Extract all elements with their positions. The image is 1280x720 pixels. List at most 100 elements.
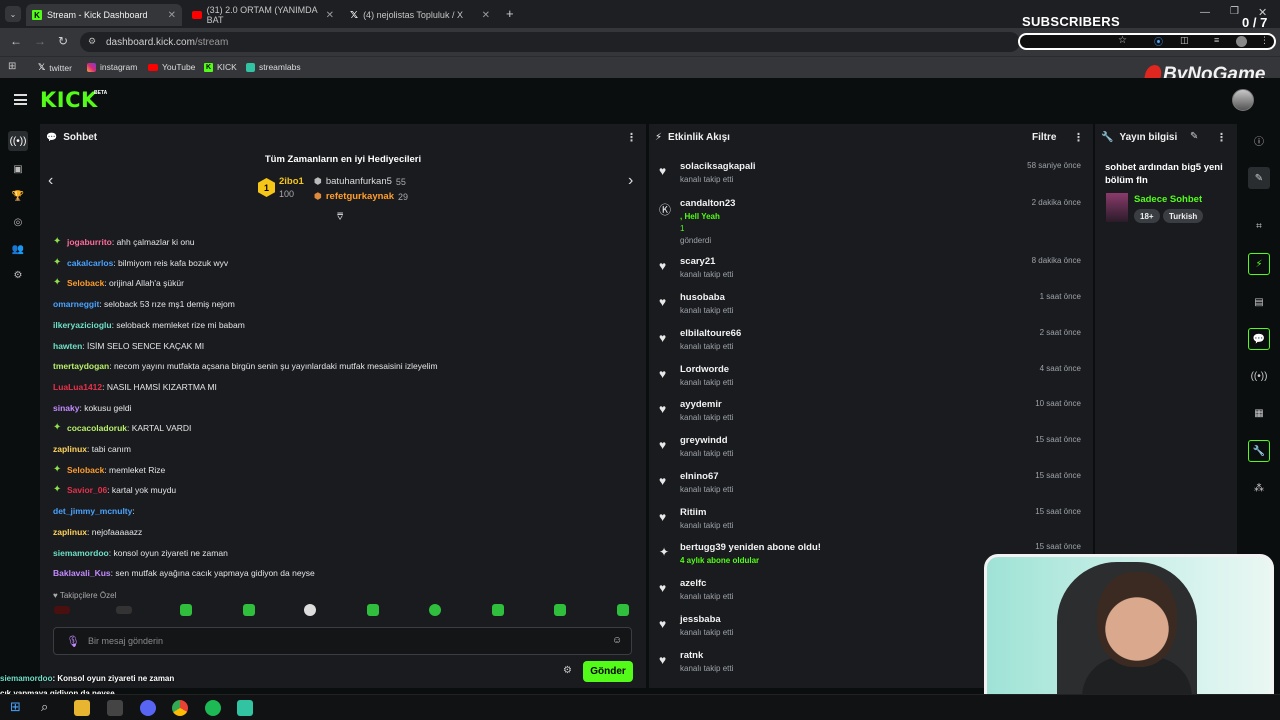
discord-icon[interactable]: [140, 700, 156, 716]
lightning-panel-icon[interactable]: ⚡: [1248, 253, 1270, 275]
bookmark-kick[interactable]: K KICK: [204, 62, 237, 72]
tab-youtube[interactable]: (31) 2.0 ORTAM (YANIMDA BAT ✕: [186, 4, 340, 26]
chat-username[interactable]: Savior_06: [67, 485, 107, 495]
chat-username[interactable]: det_jimmy_mcnulty: [53, 506, 132, 516]
feed-menu-icon[interactable]: ⋮: [1073, 131, 1084, 144]
event-username[interactable]: elnino67: [680, 471, 719, 482]
crop-icon[interactable]: ⌗: [1248, 215, 1270, 237]
bookmark-youtube[interactable]: YouTube: [148, 62, 195, 72]
file-explorer-icon[interactable]: [74, 700, 90, 716]
event-username[interactable]: elbilaltoure66: [680, 328, 741, 339]
maximize-icon[interactable]: ❐: [1230, 6, 1239, 17]
edit-icon[interactable]: ✎: [1190, 131, 1198, 142]
bookmark-instagram[interactable]: instagram: [87, 62, 137, 72]
app-icon[interactable]: [107, 700, 123, 716]
chat-username[interactable]: jogaburrito: [67, 237, 112, 247]
event-username[interactable]: scary21: [680, 256, 715, 267]
chat-username[interactable]: cocacoladoruk: [67, 423, 127, 433]
event-username[interactable]: Ritiim: [680, 507, 706, 518]
emoji-icon[interactable]: ☺: [612, 635, 622, 646]
event-username[interactable]: greywindd: [680, 435, 728, 446]
filter-button[interactable]: Filtre: [1032, 132, 1056, 143]
event-username[interactable]: ratnk: [680, 650, 703, 661]
chat-username[interactable]: tmertaydogan: [53, 361, 109, 371]
forward-icon[interactable]: →: [34, 34, 46, 48]
emote[interactable]: [492, 604, 504, 616]
emote[interactable]: [304, 604, 316, 616]
chevron-right-icon[interactable]: ›: [628, 172, 633, 190]
broadcast-icon[interactable]: ((•)): [1248, 365, 1270, 387]
chat-username[interactable]: Seloback: [67, 465, 104, 475]
event-username[interactable]: bertugg39 yeniden abone oldu!: [680, 542, 821, 553]
windows-start-icon[interactable]: ⊞: [10, 699, 21, 715]
chat-username[interactable]: ilkeryazicioglu: [53, 320, 112, 330]
chrome-icon[interactable]: [172, 700, 188, 716]
event-username[interactable]: azelfc: [680, 578, 706, 589]
hamburger-menu-icon[interactable]: [14, 94, 27, 105]
chat-username[interactable]: Baklavali_Kus: [53, 568, 111, 578]
chat-username[interactable]: zaplinux: [53, 444, 87, 454]
tab-x[interactable]: 𝕏 (4) nejolistas Topluluk / X ✕: [344, 4, 496, 26]
back-icon[interactable]: ←: [10, 34, 22, 48]
chevron-left-icon[interactable]: ‹: [48, 172, 53, 190]
url-input[interactable]: ⚙ dashboard.kick.com/stream: [80, 32, 1020, 52]
bookmark-twitter[interactable]: 𝕏twitter: [38, 62, 72, 73]
stream-icon[interactable]: ((•)): [8, 131, 28, 151]
trophy-icon[interactable]: 🏆: [11, 189, 25, 203]
reload-icon[interactable]: ↻: [58, 34, 68, 48]
chat-username[interactable]: sinaky: [53, 403, 79, 413]
emote[interactable]: [554, 604, 566, 616]
event-username[interactable]: solaciksagkapali: [680, 161, 756, 172]
chat-username[interactable]: hawten: [53, 341, 82, 351]
microphone-icon[interactable]: 🎙: [66, 635, 80, 648]
chat-username[interactable]: siemamordoo: [53, 548, 109, 558]
event-username[interactable]: jessbaba: [680, 614, 721, 625]
chat-panel-icon[interactable]: 💬: [1248, 328, 1270, 350]
minimize-icon[interactable]: —: [1200, 7, 1210, 18]
event-username[interactable]: Lordworde: [680, 364, 729, 375]
users-icon[interactable]: 👥: [11, 242, 25, 256]
document-icon[interactable]: ▤: [1248, 291, 1270, 313]
new-tab-button[interactable]: +: [506, 6, 514, 21]
kick-logo[interactable]: KICK: [40, 88, 98, 112]
close-icon[interactable]: ✕: [482, 10, 490, 21]
category-name[interactable]: Sadece Sohbet: [1134, 194, 1202, 205]
emote[interactable]: [367, 604, 379, 616]
close-icon[interactable]: ✕: [168, 10, 176, 21]
dashboard-icon[interactable]: ▣: [11, 162, 25, 176]
emote[interactable]: [180, 604, 192, 616]
emote[interactable]: [429, 604, 441, 616]
bookmark-streamlabs[interactable]: streamlabs: [246, 62, 301, 72]
stream-info-menu-icon[interactable]: ⋮: [1216, 131, 1227, 144]
pencil-icon[interactable]: ✎: [1248, 167, 1270, 189]
close-icon[interactable]: ✕: [326, 10, 334, 21]
emote[interactable]: [617, 604, 629, 616]
chat-username[interactable]: Seloback: [67, 278, 104, 288]
wrench-panel-icon[interactable]: 🔧: [1248, 440, 1270, 462]
event-username[interactable]: husobaba: [680, 292, 725, 303]
streamlabs-icon[interactable]: [237, 700, 253, 716]
send-button[interactable]: Gönder: [583, 661, 633, 682]
chat-menu-icon[interactable]: ⋮: [626, 131, 637, 144]
chat-username[interactable]: omarneggit: [53, 299, 99, 309]
chat-username[interactable]: zaplinux: [53, 527, 87, 537]
chat-username[interactable]: cakalcarlos: [67, 258, 113, 268]
emote[interactable]: [54, 606, 70, 614]
tab-search-button[interactable]: ⌄: [5, 6, 21, 22]
apps-grid-icon[interactable]: ⊞: [8, 61, 16, 72]
collapse-icon[interactable]: ⩢: [337, 212, 343, 223]
emote[interactable]: [116, 606, 132, 614]
site-info-icon[interactable]: ⚙: [88, 36, 96, 47]
search-icon[interactable]: ⌕: [41, 699, 48, 715]
event-username[interactable]: ayydemir: [680, 399, 722, 410]
camera-icon[interactable]: ◎: [11, 215, 25, 229]
settings-icon[interactable]: ⚙: [11, 268, 25, 282]
avatar[interactable]: [1232, 89, 1254, 111]
tab-kick-dashboard[interactable]: K Stream - Kick Dashboard ✕: [26, 4, 182, 26]
layout-icon[interactable]: ▦: [1248, 402, 1270, 424]
event-username[interactable]: candalton23: [680, 198, 735, 209]
chat-message-input[interactable]: 🎙 Bir mesaj gönderin ☺: [53, 627, 632, 655]
info-icon[interactable]: ⓘ: [1248, 129, 1270, 151]
chat-settings-icon[interactable]: ⚙: [563, 665, 572, 676]
share-icon[interactable]: ⁂: [1248, 477, 1270, 499]
